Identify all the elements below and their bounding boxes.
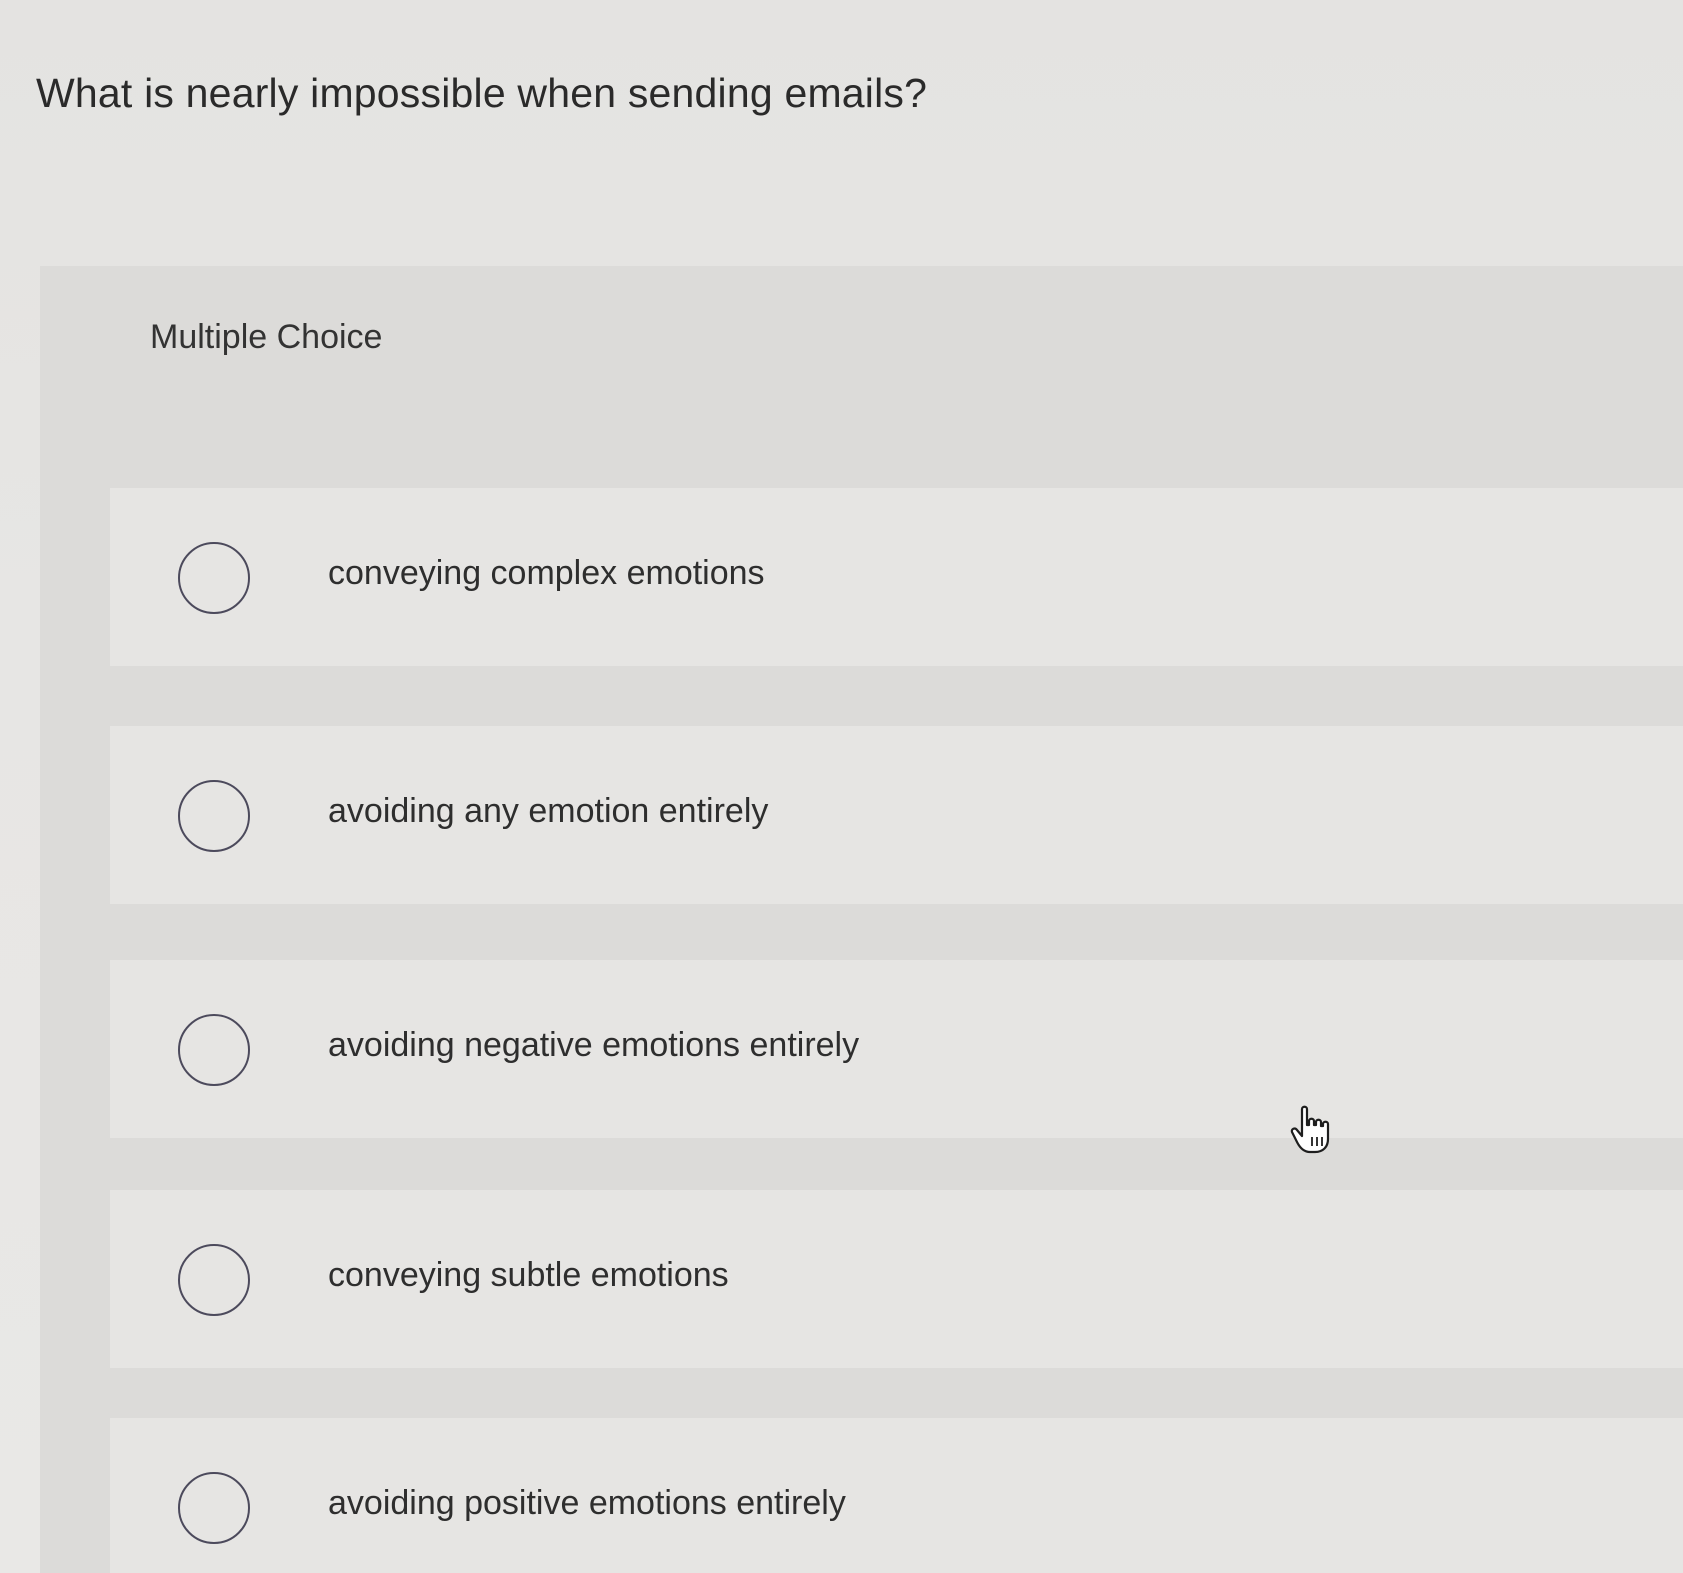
quiz-page: What is nearly impossible when sending e… — [0, 0, 1683, 1573]
answer-option[interactable]: conveying subtle emotions — [110, 1190, 1683, 1368]
answer-option[interactable]: avoiding negative emotions entirely — [110, 960, 1683, 1138]
radio-button[interactable] — [178, 780, 250, 852]
radio-button[interactable] — [178, 542, 250, 614]
radio-button[interactable] — [178, 1472, 250, 1544]
question-text: What is nearly impossible when sending e… — [36, 70, 928, 116]
option-label: avoiding negative emotions entirely — [328, 1026, 860, 1064]
question-type-label: Multiple Choice — [150, 318, 383, 356]
radio-button[interactable] — [178, 1014, 250, 1086]
option-label: conveying subtle emotions — [328, 1256, 729, 1294]
option-label: avoiding positive emotions entirely — [328, 1484, 846, 1522]
answer-option[interactable]: avoiding positive emotions entirely — [110, 1418, 1683, 1573]
option-label: conveying complex emotions — [328, 554, 765, 592]
radio-button[interactable] — [178, 1244, 250, 1316]
answer-option[interactable]: conveying complex emotions — [110, 488, 1683, 666]
option-label: avoiding any emotion entirely — [328, 792, 769, 830]
hand-pointer-icon — [1290, 1105, 1330, 1154]
answer-option[interactable]: avoiding any emotion entirely — [110, 726, 1683, 904]
answer-panel — [40, 266, 1683, 1573]
